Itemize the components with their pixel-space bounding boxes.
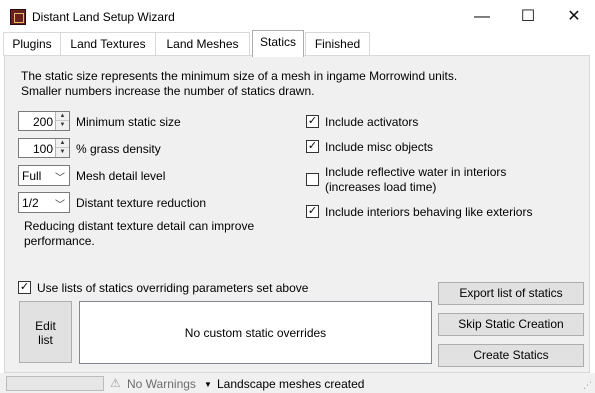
include-reflective-checkbox[interactable] [306,173,319,186]
resize-grip-icon[interactable]: ⋰ [583,380,592,391]
edit-list-button[interactable]: Edit list [19,301,72,363]
status-bar: ⚠ No Warnings ▼ Landscape meshes created… [0,373,595,393]
include-activators-label: Include activators [325,115,419,129]
include-reflective-label-2: (increases load time) [325,180,437,194]
tab-land-textures[interactable]: Land Textures [60,32,156,56]
warnings-status[interactable]: No Warnings [127,377,196,391]
progress-bar [6,376,104,391]
status-dropdown-icon[interactable]: ▼ [204,380,212,389]
grass-density-value[interactable]: 100 [33,142,53,156]
minimize-button[interactable]: — [459,0,505,34]
reduction-note: Reducing distant texture detail can impr… [24,219,255,233]
create-statics-button[interactable]: Create Statics [438,344,584,367]
grass-density-label: % grass density [76,142,161,156]
texture-reduction-select[interactable]: 1/2 ﹀ [18,192,70,213]
status-message: Landscape meshes created [217,377,365,391]
tab-finished[interactable]: Finished [305,32,370,56]
spin-up-icon[interactable]: ▲ [56,112,69,121]
grass-density-spinner[interactable]: 100 ▲ ▼ [18,138,70,158]
mesh-detail-select[interactable]: Full ﹀ [18,165,70,186]
include-misc-label: Include misc objects [325,140,434,154]
include-interiors-checkbox[interactable]: ✓ [306,205,319,218]
include-reflective-label: Include reflective water in interiors [325,165,507,179]
window-title: Distant Land Setup Wizard [32,10,175,24]
export-list-button[interactable]: Export list of statics [438,282,584,305]
static-overrides-list[interactable]: No custom static overrides [79,301,432,364]
chevron-down-icon: ﹀ [55,173,65,184]
min-static-size-label: Minimum static size [76,115,181,129]
min-static-size-value[interactable]: 200 [33,115,53,129]
static-size-description: The static size represents the minimum s… [21,69,458,83]
edit-list-label: Edit [35,319,56,333]
spinner-buttons: ▲ ▼ [55,139,69,157]
include-activators-checkbox[interactable]: ✓ [306,115,319,128]
warning-icon: ⚠ [110,376,121,390]
maximize-button[interactable]: ☐ [505,0,551,34]
close-button[interactable]: ✕ [551,0,595,34]
texture-reduction-value: 1/2 [22,196,39,210]
include-misc-checkbox[interactable]: ✓ [306,140,319,153]
spinner-buttons: ▲ ▼ [55,112,69,130]
spin-up-icon[interactable]: ▲ [56,139,69,148]
use-lists-checkbox[interactable]: ✓ [18,281,31,294]
title-bar: Distant Land Setup Wizard — ☐ ✕ [0,0,595,34]
spin-down-icon[interactable]: ▼ [56,121,69,130]
mesh-detail-label: Mesh detail level [76,169,166,183]
skip-static-creation-button[interactable]: Skip Static Creation [438,313,584,336]
min-static-size-spinner[interactable]: 200 ▲ ▼ [18,111,70,131]
edit-list-label-2: list [38,333,53,347]
tab-plugins[interactable]: Plugins [3,32,61,56]
app-icon [10,9,26,25]
spin-down-icon[interactable]: ▼ [56,148,69,157]
overrides-empty-text: No custom static overrides [184,326,327,340]
static-size-description-2: Smaller numbers increase the number of s… [21,84,315,98]
mesh-detail-value: Full [22,169,42,183]
tab-statics[interactable]: Statics [252,30,304,57]
reduction-note-2: performance. [24,234,95,248]
tab-land-meshes[interactable]: Land Meshes [155,32,250,56]
include-interiors-label: Include interiors behaving like exterior… [325,205,533,219]
texture-reduction-label: Distant texture reduction [76,196,207,210]
chevron-down-icon: ﹀ [55,200,65,211]
use-lists-label: Use lists of statics overriding paramete… [37,281,309,295]
